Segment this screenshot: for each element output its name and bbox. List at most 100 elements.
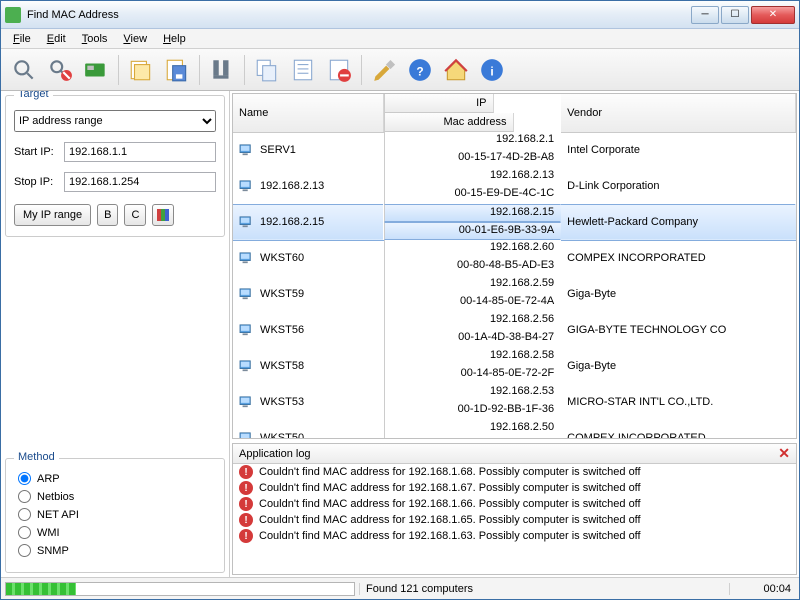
cell-mac: 00-14-85-0E-72-2F [384, 366, 562, 384]
cell-name: 192.168.2.13 [233, 168, 383, 204]
about-button[interactable]: i [475, 53, 509, 87]
table-row[interactable]: SERV1192.168.2.100-15-17-4D-2B-A8Intel C… [233, 132, 796, 168]
cell-vendor: Hewlett-Packard Company [561, 204, 795, 240]
menu-tools[interactable]: Tools [74, 31, 116, 47]
cell-mac: 00-1A-4D-38-B4-27 [384, 330, 562, 348]
log-row: !Couldn't find MAC address for 192.168.1… [233, 464, 796, 480]
method-radio[interactable] [18, 472, 31, 485]
method-label: SNMP [37, 545, 69, 557]
results-table[interactable]: Name IP Mac address Vendor SERV1192.168.… [232, 93, 797, 439]
log-text: Couldn't find MAC address for 192.168.1.… [259, 514, 641, 526]
cell-name: WKST50 [233, 420, 383, 439]
maximize-button[interactable]: ☐ [721, 6, 749, 24]
progress-bar [5, 582, 355, 596]
error-icon: ! [239, 529, 253, 543]
method-group: Method ARPNetbiosNET APIWMISNMP [5, 458, 225, 573]
cell-vendor: MICRO-STAR INT'L CO.,LTD. [561, 384, 795, 420]
log-row: ! Couldn't find MAC address for 192.168.1… [233, 528, 796, 544]
target-legend: Target [14, 91, 53, 100]
log-close-button[interactable]: ✕ [778, 445, 790, 462]
table-row[interactable]: WKST60192.168.2.6000-80-48-B5-AD-E3COMPE… [233, 240, 796, 276]
col-vendor[interactable]: Vendor [561, 94, 795, 132]
status-text: Found 121 computers [359, 583, 729, 595]
cell-vendor: Giga-Byte [561, 348, 795, 384]
method-option[interactable]: ARP [14, 472, 216, 485]
target-mode-select[interactable]: IP address range [14, 110, 216, 132]
method-radio[interactable] [18, 544, 31, 557]
settings-button[interactable] [367, 53, 401, 87]
delete-button[interactable] [322, 53, 356, 87]
open-button[interactable] [124, 53, 158, 87]
cell-ip: 192.168.2.15 [384, 204, 562, 222]
report-button[interactable] [286, 53, 320, 87]
menu-view[interactable]: View [115, 31, 155, 47]
help-button[interactable]: ? [403, 53, 437, 87]
scan-button[interactable] [7, 53, 41, 87]
svg-text:i: i [490, 64, 493, 78]
cell-mac: 00-80-48-B5-AD-E3 [384, 258, 562, 276]
log-row: !Couldn't find MAC address for 192.168.1… [233, 512, 796, 528]
start-ip-input[interactable] [64, 142, 216, 162]
cell-ip: 192.168.2.50 [384, 420, 562, 438]
method-option[interactable]: NET API [14, 508, 216, 521]
table-row[interactable]: WKST53192.168.2.5300-1D-92-BB-1F-36MICRO… [233, 384, 796, 420]
save-button[interactable] [160, 53, 194, 87]
cell-ip: 192.168.2.1 [384, 132, 562, 150]
log-body[interactable]: ! Couldn't find MAC address for 192.168.1… [233, 464, 796, 574]
cell-vendor: GIGA-BYTE TECHNOLOGY CO [561, 312, 795, 348]
cell-mac: 00-01-E6-9B-33-9A [384, 222, 562, 240]
my-ip-range-button[interactable]: My IP range [14, 204, 91, 226]
stop-ip-label: Stop IP: [14, 176, 58, 188]
cell-name: WKST60 [233, 240, 383, 276]
method-label: WMI [37, 527, 60, 539]
menu-edit[interactable]: Edit [39, 31, 74, 47]
stop-ip-input[interactable] [64, 172, 216, 192]
method-radio[interactable] [18, 508, 31, 521]
menubar: File Edit Tools View Help [1, 29, 799, 49]
method-option[interactable]: WMI [14, 526, 216, 539]
table-row[interactable]: 192.168.2.13192.168.2.1300-15-E9-DE-4C-1… [233, 168, 796, 204]
log-panel: Application log ✕ !Couldn't find MAC add… [232, 443, 797, 575]
col-mac[interactable]: Mac address [384, 113, 514, 132]
cell-vendor: COMPEX INCORPORATED [561, 240, 795, 276]
network-card-button[interactable] [79, 53, 113, 87]
table-row[interactable]: WKST56192.168.2.5600-1A-4D-38-B4-27GIGA-… [233, 312, 796, 348]
log-text: Couldn't find MAC address for 192.168.1.… [259, 498, 641, 510]
col-ip[interactable]: IP [384, 94, 494, 113]
cell-mac: 00-15-17-4D-2B-A8 [384, 150, 562, 168]
home-button[interactable] [439, 53, 473, 87]
cell-ip: 192.168.2.58 [384, 348, 562, 366]
cell-name: WKST58 [233, 348, 383, 384]
close-button[interactable]: ✕ [751, 6, 795, 24]
menu-file[interactable]: File [5, 31, 39, 47]
minimize-button[interactable]: ─ [691, 6, 719, 24]
table-row[interactable]: WKST50192.168.2.5000-80-48-17-2D-51COMPE… [233, 420, 796, 439]
table-row[interactable]: 192.168.2.15192.168.2.1500-01-E6-9B-33-9… [233, 204, 796, 240]
table-row[interactable]: WKST59192.168.2.5900-14-85-0E-72-4AGiga-… [233, 276, 796, 312]
table-row[interactable]: WKST58192.168.2.5800-14-85-0E-72-2FGiga-… [233, 348, 796, 384]
cell-ip: 192.168.2.13 [384, 168, 562, 186]
color-picker-button[interactable] [152, 204, 174, 226]
class-b-button[interactable]: B [97, 204, 118, 226]
log-text: Couldn't find MAC address for 192.168.1.… [259, 466, 641, 478]
method-option[interactable]: SNMP [14, 544, 216, 557]
menu-help[interactable]: Help [155, 31, 194, 47]
log-text: Couldn't find MAC address for 192.168.1.… [259, 482, 641, 494]
cell-ip: 192.168.2.60 [384, 240, 562, 258]
method-radio[interactable] [18, 526, 31, 539]
svg-text:?: ? [416, 64, 423, 78]
class-c-button[interactable]: C [124, 204, 146, 226]
log-text: Couldn't find MAC address for 192.168.1.… [259, 530, 641, 542]
statusbar: Found 121 computers 00:04 [1, 577, 799, 599]
method-label: ARP [37, 473, 60, 485]
cell-name: WKST53 [233, 384, 383, 420]
method-radio[interactable] [18, 490, 31, 503]
copy-button[interactable] [250, 53, 284, 87]
titlebar: Find MAC Address ─ ☐ ✕ [1, 1, 799, 29]
find-button[interactable] [205, 53, 239, 87]
right-panel: Name IP Mac address Vendor SERV1192.168.… [229, 91, 799, 577]
col-name[interactable]: Name [233, 94, 383, 132]
method-label: NET API [37, 509, 79, 521]
method-option[interactable]: Netbios [14, 490, 216, 503]
stop-scan-button[interactable] [43, 53, 77, 87]
